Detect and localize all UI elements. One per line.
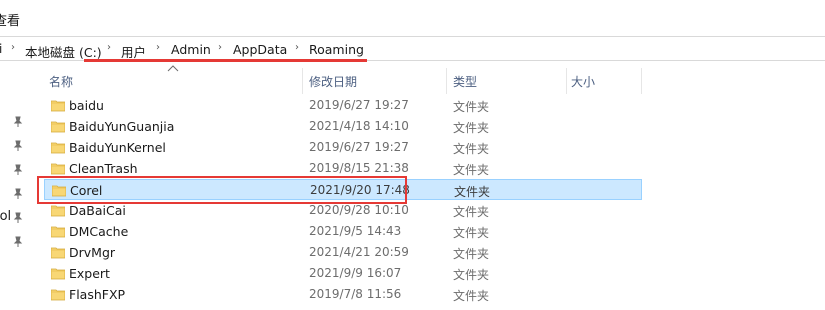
breadcrumb-roaming[interactable]: Roaming <box>309 42 364 57</box>
file-explorer-window: 查看 i › 本地磁盘 (C:) › 用户 › Admin › AppData … <box>0 0 825 310</box>
ribbon-menu-strip: 查看 <box>0 0 825 34</box>
file-name: DrvMgr <box>69 245 116 260</box>
file-modified-date: 2019/6/27 19:27 <box>309 98 409 112</box>
column-header-size[interactable]: 大小 <box>571 73 595 90</box>
menu-view-tab[interactable]: 查看 <box>0 10 20 29</box>
annotation-highlight-box <box>37 176 407 204</box>
file-type: 文件夹 <box>453 226 490 240</box>
file-name: baidu <box>69 98 104 113</box>
column-header-name[interactable]: 名称 <box>49 73 73 90</box>
file-type: 文件夹 <box>453 163 490 177</box>
file-name: BaiduYunKernel <box>69 140 166 155</box>
file-row-expert[interactable]: Expert 2021/9/9 16:07 文件夹 <box>44 263 642 284</box>
breadcrumb-chevron-icon[interactable]: › <box>11 42 15 53</box>
breadcrumb-chevron-icon[interactable]: › <box>107 42 111 53</box>
file-modified-date: 2020/9/28 10:10 <box>309 203 409 217</box>
breadcrumb-chevron-icon[interactable]: › <box>295 42 299 53</box>
column-divider[interactable] <box>446 68 447 94</box>
file-modified-date: 2021/4/18 14:10 <box>309 119 409 133</box>
folder-icon <box>51 226 65 238</box>
file-type: 文件夹 <box>453 205 490 219</box>
navigation-pane: 'ol <box>0 62 32 310</box>
file-row-baidu[interactable]: baidu 2019/6/27 19:27 文件夹 <box>44 95 642 116</box>
pin-icon[interactable] <box>13 188 23 200</box>
file-type: 文件夹 <box>453 289 490 303</box>
file-name: BaiduYunGuanjia <box>69 119 175 134</box>
file-row-baiduyunguanjia[interactable]: BaiduYunGuanjia 2021/4/18 14:10 文件夹 <box>44 116 642 137</box>
column-divider[interactable] <box>566 68 567 94</box>
file-name: Expert <box>69 266 110 281</box>
sort-ascending-icon <box>167 65 179 72</box>
address-bar-lead-text: i <box>0 42 3 56</box>
file-type: 文件夹 <box>453 268 490 282</box>
folder-icon <box>51 142 65 154</box>
folder-icon <box>51 163 65 175</box>
folder-icon <box>51 205 65 217</box>
pin-icon[interactable] <box>13 140 23 152</box>
pin-icon[interactable] <box>13 116 23 128</box>
nav-item-partial-label[interactable]: 'ol <box>0 209 11 224</box>
file-modified-date: 2021/9/5 14:43 <box>309 224 402 238</box>
file-type: 文件夹 <box>453 100 490 114</box>
file-modified-date: 2019/8/15 21:38 <box>309 161 409 175</box>
pin-icon[interactable] <box>13 236 23 248</box>
file-modified-date: 2019/6/27 19:27 <box>309 140 409 154</box>
breadcrumb-chevron-icon[interactable]: › <box>218 42 222 53</box>
pin-icon[interactable] <box>13 164 23 176</box>
file-name: DMCache <box>69 224 129 239</box>
file-name: CleanTrash <box>69 161 138 176</box>
address-bar[interactable]: i › 本地磁盘 (C:) › 用户 › Admin › AppData › R… <box>0 36 825 61</box>
folder-icon <box>51 121 65 133</box>
file-modified-date: 2021/4/21 20:59 <box>309 245 409 259</box>
column-divider[interactable] <box>641 68 642 94</box>
file-type: 文件夹 <box>453 142 490 156</box>
file-row-flashfxp[interactable]: FlashFXP 2019/7/8 11:56 文件夹 <box>44 284 642 305</box>
file-modified-date: 2019/7/8 11:56 <box>309 287 402 301</box>
folder-icon <box>51 268 65 280</box>
column-header-type[interactable]: 类型 <box>453 73 477 90</box>
column-divider[interactable] <box>302 68 303 94</box>
pin-icon[interactable] <box>13 212 23 224</box>
file-type: 文件夹 <box>454 185 491 199</box>
file-row-baiduyunkernel[interactable]: BaiduYunKernel 2019/6/27 19:27 文件夹 <box>44 137 642 158</box>
file-type: 文件夹 <box>453 121 490 135</box>
breadcrumb-appdata[interactable]: AppData <box>233 42 287 57</box>
column-header-modified[interactable]: 修改日期 <box>309 73 357 90</box>
folder-icon <box>51 247 65 259</box>
file-name: FlashFXP <box>69 287 126 302</box>
annotation-underline <box>84 59 367 62</box>
folder-icon <box>51 100 65 112</box>
breadcrumb-admin[interactable]: Admin <box>171 42 211 57</box>
file-row-dmcache[interactable]: DMCache 2021/9/5 14:43 文件夹 <box>44 221 642 242</box>
breadcrumb-chevron-icon[interactable]: › <box>156 42 160 53</box>
file-name: DaBaiCai <box>69 203 126 218</box>
file-modified-date: 2021/9/9 16:07 <box>309 266 402 280</box>
folder-icon <box>51 289 65 301</box>
file-row-drvmgr[interactable]: DrvMgr 2021/4/21 20:59 文件夹 <box>44 242 642 263</box>
file-type: 文件夹 <box>453 247 490 261</box>
